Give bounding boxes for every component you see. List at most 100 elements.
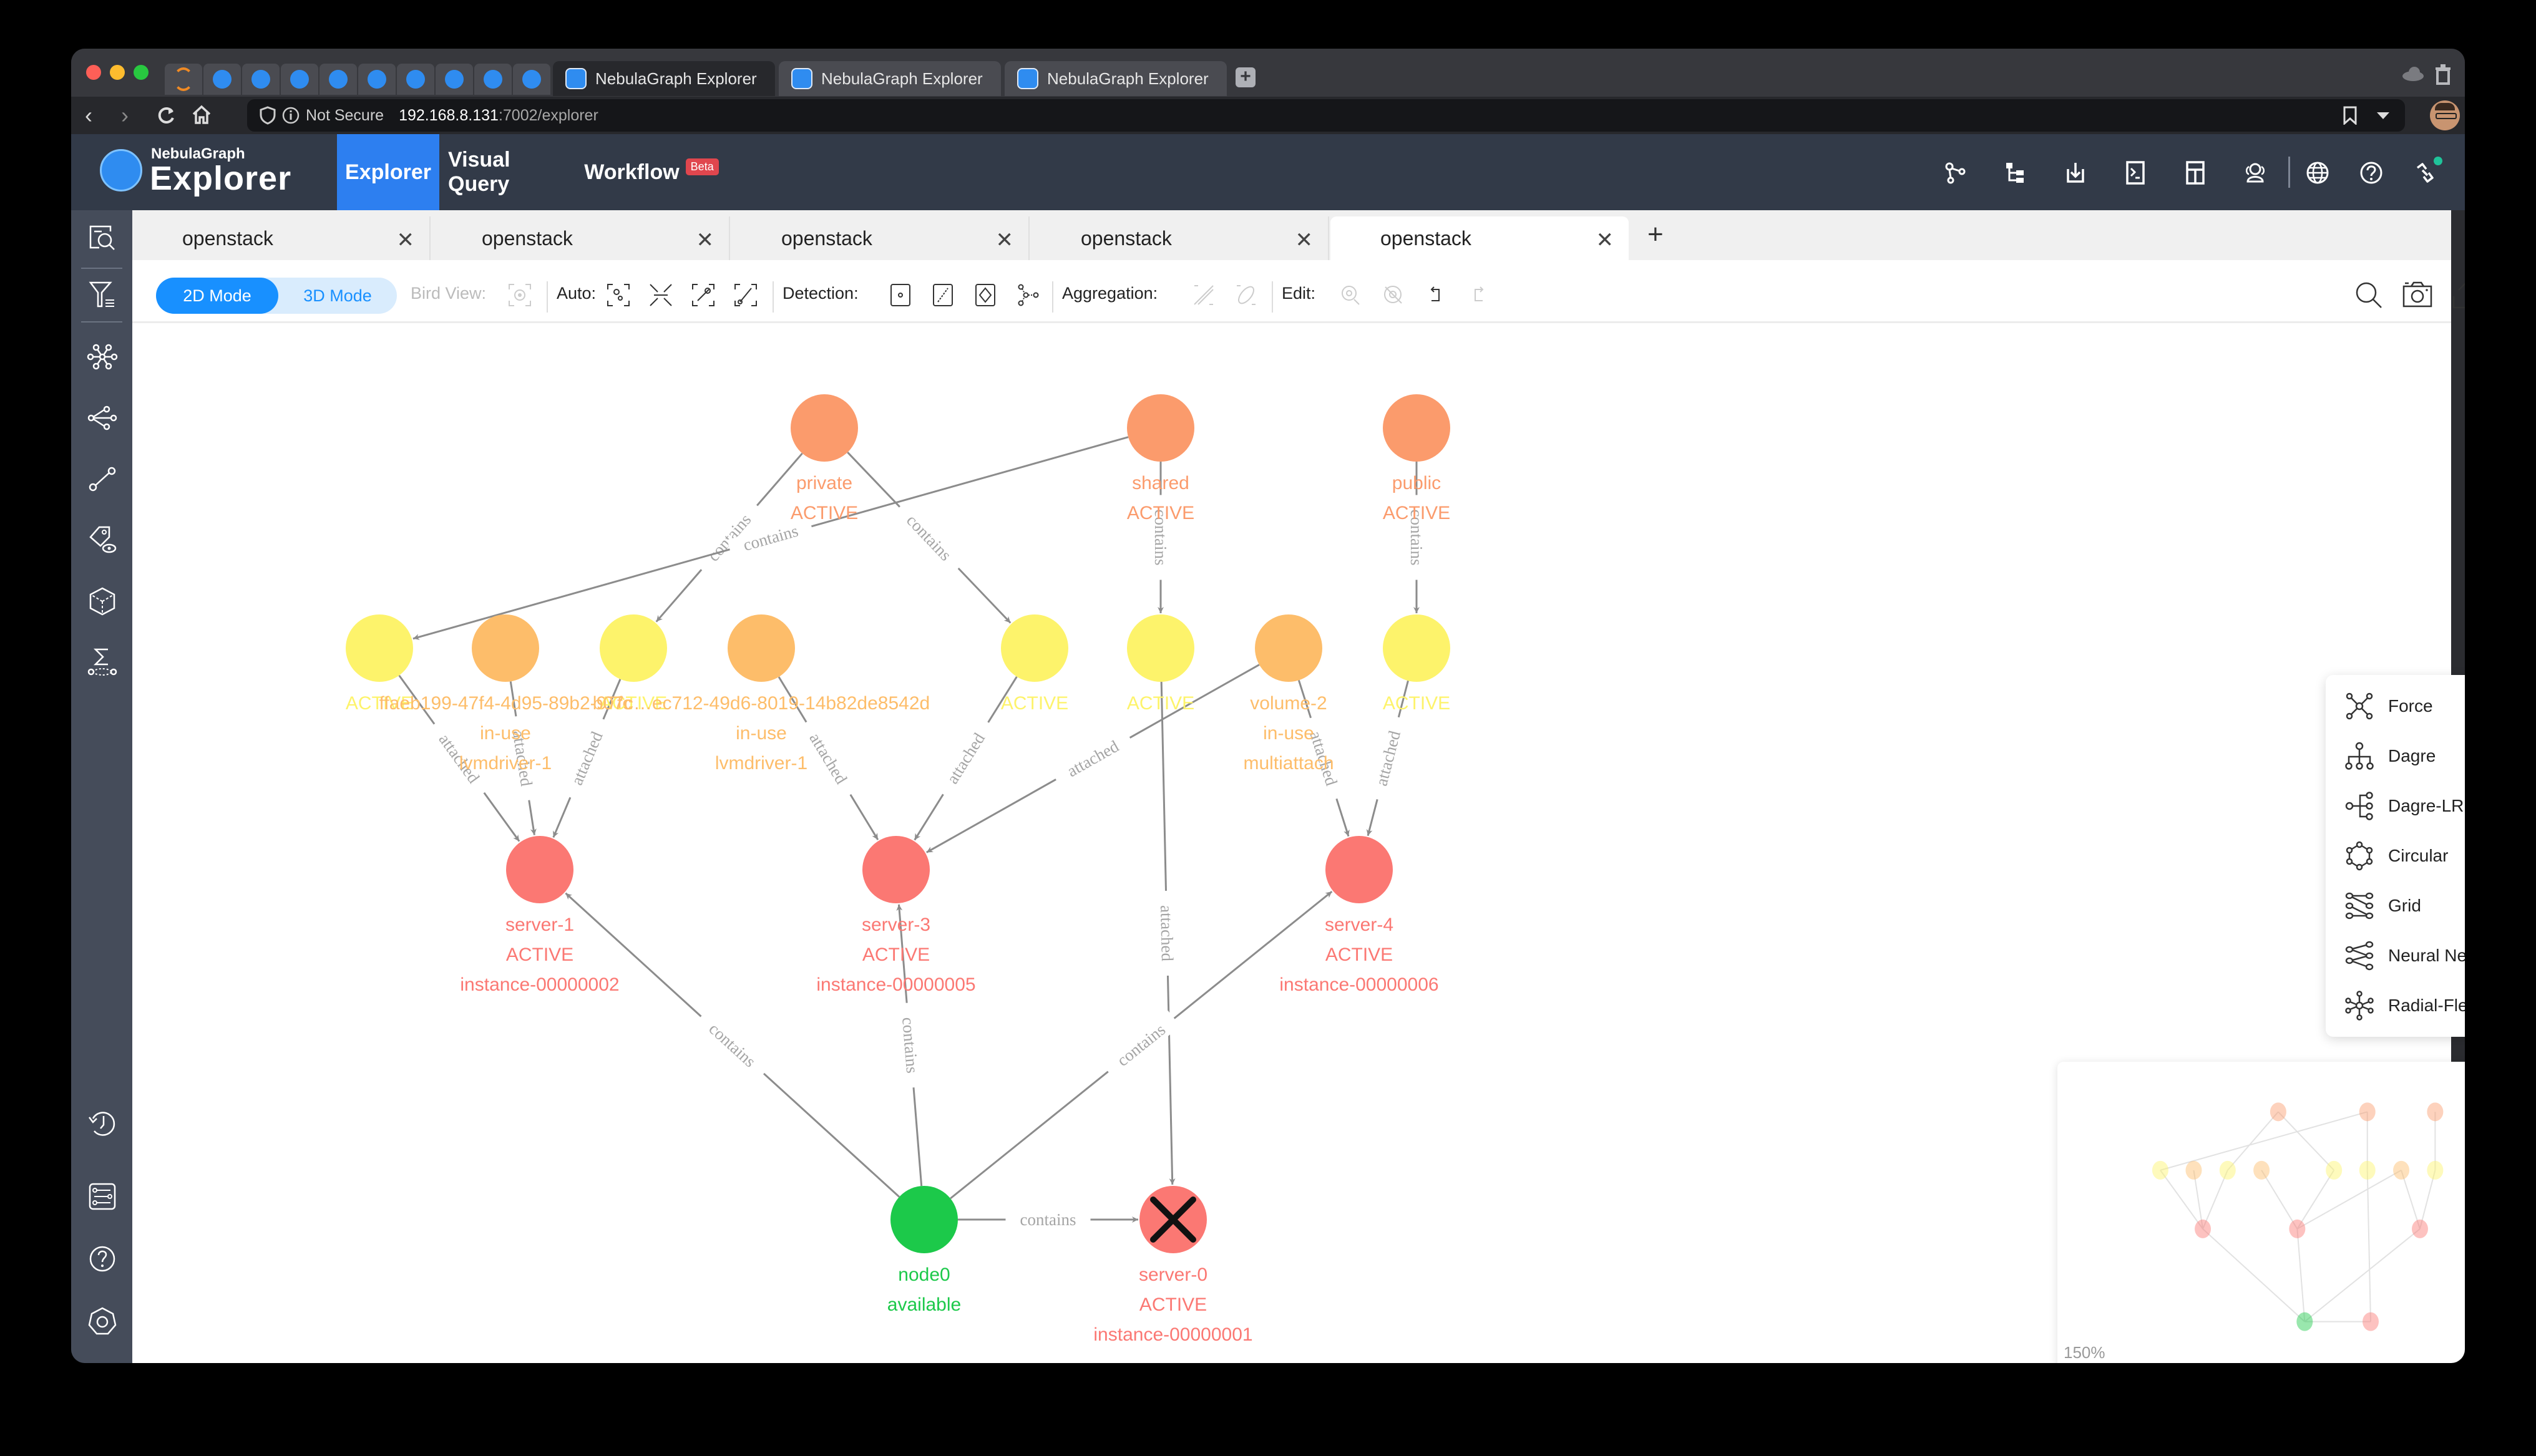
- language-icon[interactable]: [2305, 160, 2330, 185]
- pinned-tab[interactable]: [165, 64, 202, 95]
- common-neighbor-icon[interactable]: [87, 402, 118, 434]
- connection-icon[interactable]: [2412, 160, 2437, 185]
- preferences-icon[interactable]: [87, 1306, 118, 1337]
- url-bar[interactable]: Not Secure 192.168.8.131:7002/explorer: [247, 99, 2405, 132]
- reload-icon[interactable]: [156, 105, 176, 125]
- pinned-tab[interactable]: [203, 64, 241, 95]
- layout-force[interactable]: Force: [2326, 681, 2465, 731]
- node-node0[interactable]: node0 available: [887, 1186, 961, 1315]
- layout-dagre[interactable]: Dagre: [2326, 731, 2465, 781]
- doc-tab[interactable]: openstack ✕: [132, 216, 431, 260]
- new-tab-button[interactable]: +: [1236, 67, 1256, 87]
- expand-icon[interactable]: [87, 341, 118, 372]
- redo-icon[interactable]: [1465, 282, 1491, 308]
- maximize-window-button[interactable]: [134, 65, 149, 80]
- console-icon[interactable]: [2123, 160, 2148, 185]
- aggregate-nodes-icon[interactable]: [1233, 282, 1259, 308]
- node-circle[interactable]: [728, 614, 795, 682]
- browser-tab[interactable]: NebulaGraph Explorer: [779, 61, 1001, 96]
- search-panel-icon[interactable]: [87, 223, 118, 254]
- auto-center-icon[interactable]: [648, 282, 674, 308]
- node-shared[interactable]: shared ACTIVE: [1127, 394, 1194, 523]
- pinned-tab[interactable]: [513, 64, 550, 95]
- node-private[interactable]: private ACTIVE: [791, 394, 858, 523]
- node-circle[interactable]: [862, 836, 930, 903]
- minimize-window-button[interactable]: [110, 65, 125, 80]
- node-circle[interactable]: [600, 614, 667, 682]
- layout-circular[interactable]: Circular: [2326, 831, 2465, 881]
- pinned-tab[interactable]: [319, 64, 357, 95]
- bookmark-icon[interactable]: [2343, 106, 2358, 125]
- export-icon[interactable]: [2450, 279, 2465, 311]
- doc-tab-active[interactable]: openstack ✕: [1330, 216, 1629, 260]
- home-icon[interactable]: [191, 104, 212, 125]
- node-circle[interactable]: [1383, 394, 1450, 462]
- edge-detection-icon[interactable]: [930, 282, 956, 308]
- node-circle[interactable]: [1325, 836, 1393, 903]
- close-tab-icon[interactable]: ✕: [1295, 228, 1314, 253]
- undo-icon[interactable]: [1423, 282, 1449, 308]
- layout-grid[interactable]: Grid: [2326, 881, 2465, 931]
- node-public[interactable]: public ACTIVE: [1383, 394, 1450, 523]
- browser-tab[interactable]: NebulaGraph Explorer: [1005, 61, 1227, 96]
- nebula-logo-icon[interactable]: [100, 149, 142, 192]
- help-icon[interactable]: [2359, 160, 2384, 185]
- property-view-icon[interactable]: [87, 525, 118, 556]
- node-circle[interactable]: [1127, 614, 1194, 682]
- node-server-0[interactable]: server-0 ACTIVE instance-00000001: [1093, 1186, 1253, 1345]
- edit-delete-icon[interactable]: [1380, 282, 1407, 308]
- node-circle[interactable]: [1127, 394, 1194, 462]
- pinned-tab[interactable]: [358, 64, 396, 95]
- history-icon[interactable]: [87, 1109, 118, 1140]
- trash-icon[interactable]: [2434, 64, 2452, 85]
- profile-avatar[interactable]: [2430, 100, 2460, 130]
- auto-fit-icon[interactable]: [605, 282, 632, 308]
- aggregate-edges-icon[interactable]: [1191, 282, 1217, 308]
- loop-detection-icon[interactable]: [972, 282, 998, 308]
- pinned-tab[interactable]: [242, 64, 280, 95]
- node-circle[interactable]: [506, 836, 573, 903]
- auto-route-icon[interactable]: [733, 282, 759, 308]
- camera-icon[interactable]: [2401, 279, 2434, 311]
- pinned-tab[interactable]: [436, 64, 473, 95]
- node-circle[interactable]: [890, 1186, 958, 1253]
- node-subnet-c[interactable]: ACTIVE: [1001, 614, 1068, 714]
- close-tab-icon[interactable]: ✕: [397, 228, 415, 253]
- aggregation-icon[interactable]: [87, 647, 118, 678]
- mode-2d-button[interactable]: 2D Mode: [156, 278, 278, 314]
- dropdown-icon[interactable]: [2376, 111, 2390, 120]
- doc-tab[interactable]: openstack ✕: [1031, 216, 1329, 260]
- info-icon[interactable]: [282, 107, 300, 124]
- edit-add-icon[interactable]: [1338, 282, 1364, 308]
- forward-button[interactable]: ›: [121, 100, 129, 130]
- tree-icon[interactable]: [2002, 160, 2027, 185]
- users-icon[interactable]: [2243, 160, 2268, 185]
- minimap[interactable]: 150%: [2057, 1062, 2465, 1363]
- node-circle[interactable]: [1001, 614, 1068, 682]
- nav-workflow[interactable]: Workflow Beta: [583, 134, 720, 210]
- nav-visual-query[interactable]: Visual Query: [448, 134, 570, 210]
- help-icon[interactable]: [87, 1243, 118, 1274]
- node-server-1[interactable]: server-1 ACTIVE instance-00000002: [460, 836, 620, 995]
- search-icon[interactable]: [2353, 279, 2385, 311]
- doc-tab[interactable]: openstack ✕: [731, 216, 1030, 260]
- node-circle[interactable]: [1255, 614, 1322, 682]
- node-subnet-d[interactable]: ACTIVE: [1127, 614, 1194, 714]
- pinned-tab[interactable]: [397, 64, 434, 95]
- nav-explorer[interactable]: Explorer: [337, 134, 439, 210]
- node-server-3[interactable]: server-3 ACTIVE instance-00000005: [816, 836, 976, 995]
- layout-radial-flex[interactable]: Radial-Flex: [2326, 981, 2465, 1031]
- close-tab-icon[interactable]: ✕: [996, 228, 1014, 253]
- close-window-button[interactable]: [86, 65, 101, 80]
- bird-view-icon[interactable]: [507, 282, 533, 308]
- settings-list-icon[interactable]: [87, 1181, 118, 1212]
- graph-algorithm-icon[interactable]: [87, 586, 118, 617]
- back-button[interactable]: ‹: [85, 100, 92, 130]
- add-tab-button[interactable]: +: [1647, 219, 1664, 250]
- isolated-node-detection-icon[interactable]: [887, 282, 914, 308]
- cloud-icon[interactable]: [2402, 66, 2424, 81]
- pinned-tab[interactable]: [474, 64, 512, 95]
- node-circle[interactable]: [346, 614, 413, 682]
- schema-icon[interactable]: [1943, 160, 1968, 185]
- filter-icon[interactable]: [87, 279, 118, 310]
